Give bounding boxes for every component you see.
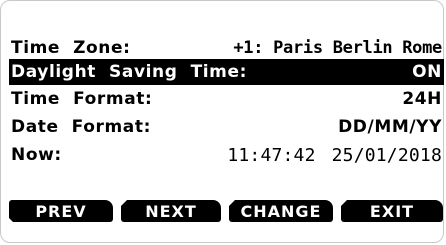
now-values: 11:47:42 25/01/2018 [227, 145, 442, 166]
time-format-label: Time Format: [11, 89, 153, 109]
date-format-label: Date Format: [11, 117, 151, 137]
prev-button[interactable]: PREV [9, 200, 113, 222]
current-date: 25/01/2018 [331, 144, 442, 166]
change-button[interactable]: CHANGE [229, 200, 333, 222]
next-button[interactable]: NEXT [121, 200, 221, 222]
time-format-row[interactable]: Time Format: 24H [11, 86, 442, 112]
time-format-value: 24H [402, 89, 442, 109]
date-format-row[interactable]: Date Format: DD/MM/YY [11, 114, 442, 140]
lcd-screen: Time Zone: +1: Paris Berlin Rome Dayligh… [0, 0, 444, 243]
current-time: 11:47:42 [227, 144, 316, 166]
time-zone-label: Time Zone: [11, 38, 131, 58]
daylight-saving-row[interactable]: Daylight Saving Time: ON [9, 59, 444, 85]
now-label: Now: [11, 145, 62, 165]
softkey-bar: PREV NEXT CHANGE EXIT [9, 200, 443, 222]
now-row[interactable]: Now: 11:47:42 25/01/2018 [11, 142, 442, 168]
exit-button[interactable]: EXIT [341, 200, 443, 222]
time-zone-value: +1: Paris Berlin Rome [233, 38, 442, 58]
daylight-saving-value: ON [412, 62, 442, 82]
date-format-value: DD/MM/YY [338, 117, 442, 137]
daylight-saving-label: Daylight Saving Time: [11, 62, 248, 82]
time-zone-row[interactable]: Time Zone: +1: Paris Berlin Rome [11, 35, 442, 61]
